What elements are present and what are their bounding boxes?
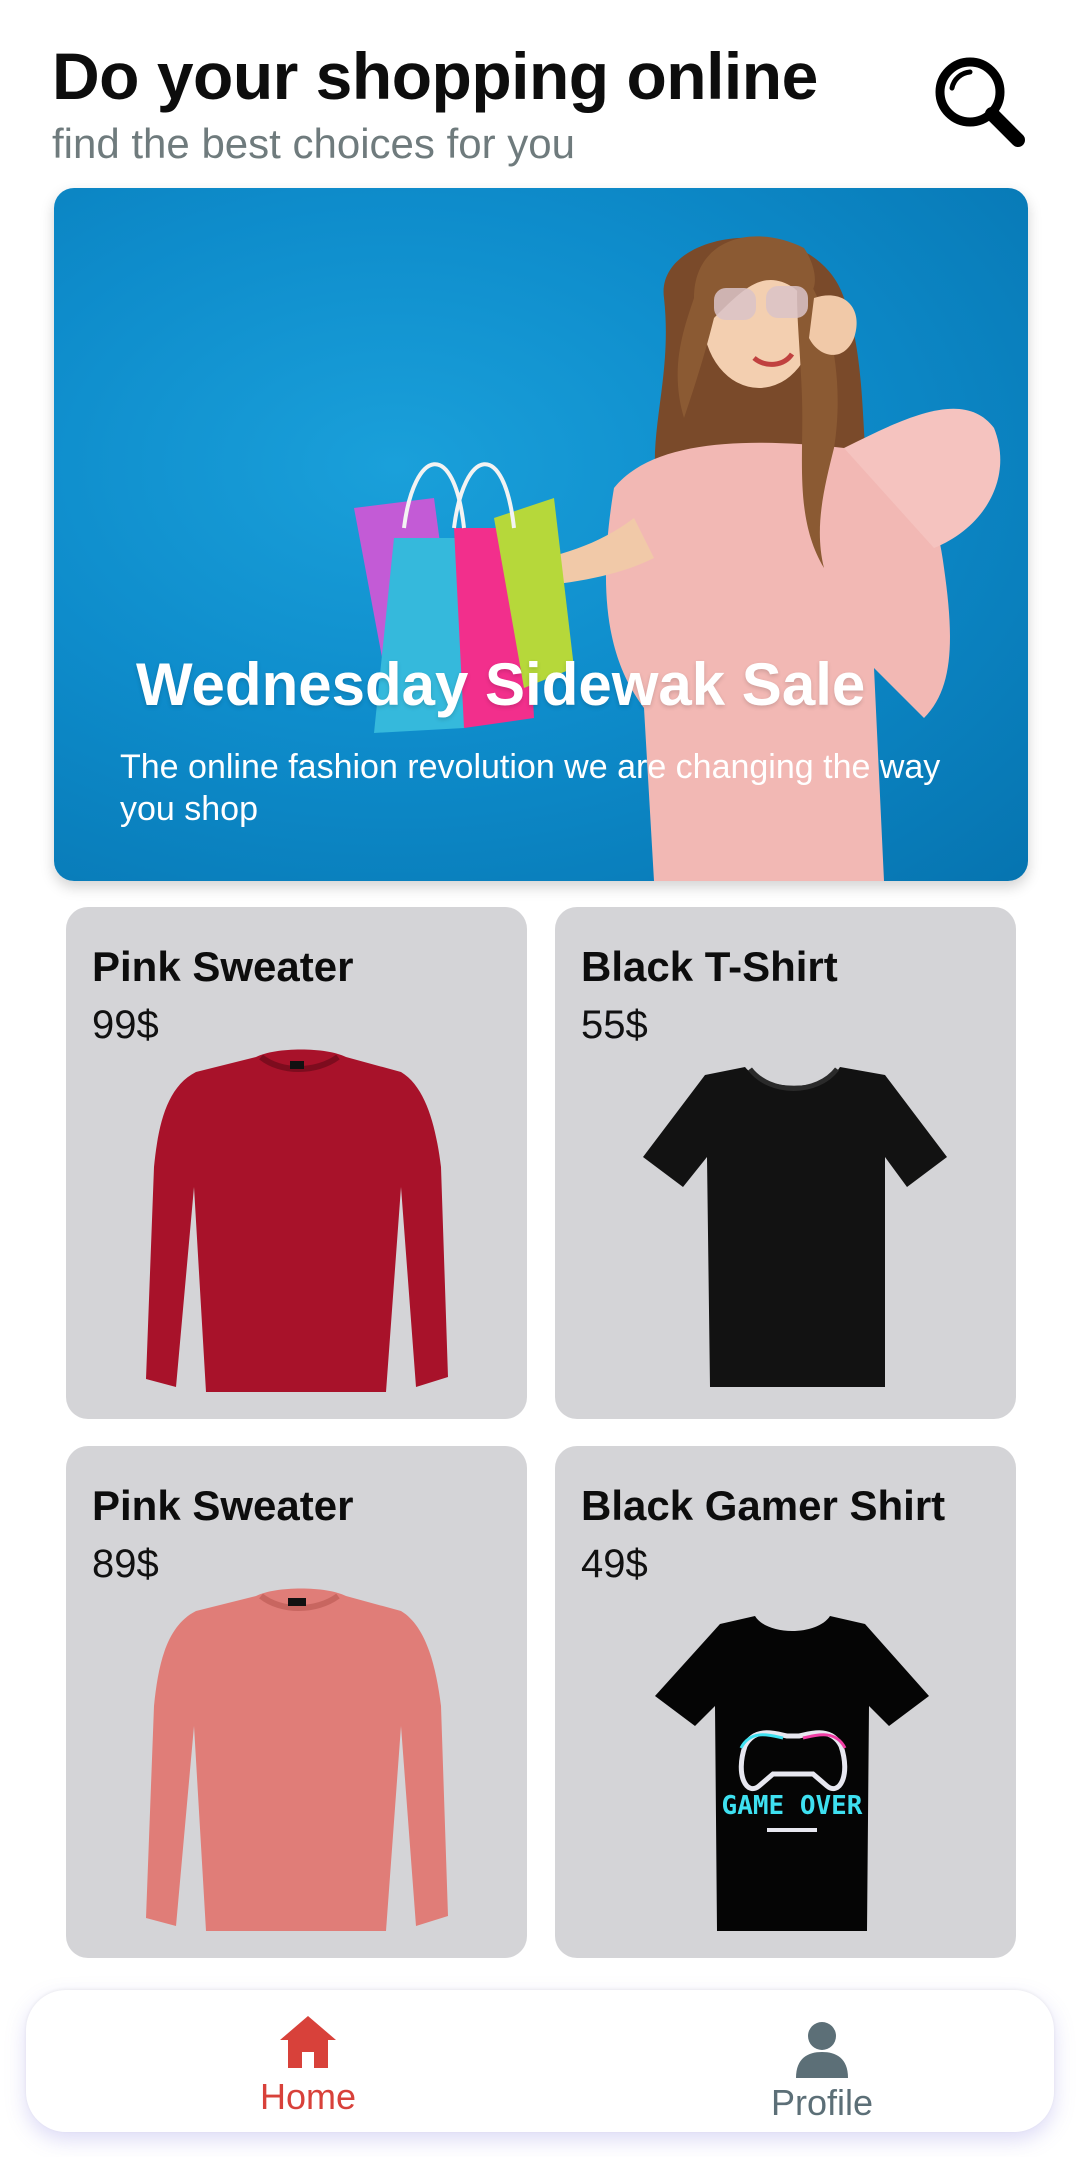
profile-icon xyxy=(796,2022,848,2078)
page-subtitle: find the best choices for you xyxy=(52,120,575,167)
nav-item-home[interactable]: Home xyxy=(158,1990,458,2132)
nav-label-home: Home xyxy=(259,2076,357,2117)
product-name: Pink Sweater xyxy=(92,943,354,990)
nav-label-profile: Profile xyxy=(770,2082,874,2123)
banner-description: The online fashion revolution we are cha… xyxy=(120,748,941,828)
gamer-shirt-image: GAME OVER xyxy=(655,1616,929,1931)
sale-banner[interactable]: Wednesday Sidewak Sale The online fashio… xyxy=(54,188,1028,881)
product-card-black-gamer-shirt[interactable]: Black Gamer Shirt 49$ GAME OVER xyxy=(555,1446,1016,1958)
product-name: Black T-Shirt xyxy=(581,943,838,990)
nav-item-profile[interactable]: Profile xyxy=(672,1990,972,2132)
home-icon xyxy=(280,2016,336,2068)
bottom-navigation: Home Profile xyxy=(26,1990,1054,2132)
product-card-black-tshirt[interactable]: Black T-Shirt 55$ xyxy=(555,907,1016,1419)
product-price: 89$ xyxy=(92,1542,159,1586)
pink-sweater-image xyxy=(146,1588,448,1931)
product-name: Black Gamer Shirt xyxy=(581,1482,946,1529)
product-price: 99$ xyxy=(92,1003,159,1047)
game-over-text: GAME OVER xyxy=(722,1791,863,1821)
product-card-pink-sweater-89[interactable]: Pink Sweater 89$ xyxy=(66,1446,527,1958)
page-title: Do your shopping online xyxy=(52,39,818,113)
product-price: 49$ xyxy=(581,1542,648,1586)
black-tshirt-image xyxy=(643,1067,947,1387)
header: Do your shopping online find the best ch… xyxy=(0,0,1080,180)
search-button[interactable] xyxy=(930,52,1030,152)
product-card-pink-sweater-99[interactable]: Pink Sweater 99$ xyxy=(66,907,527,1419)
red-sweater-image xyxy=(146,1049,448,1392)
banner-title: Wednesday Sidewak Sale xyxy=(136,651,866,718)
product-name: Pink Sweater xyxy=(92,1482,354,1529)
search-icon xyxy=(935,57,1025,147)
product-price: 55$ xyxy=(581,1003,648,1047)
